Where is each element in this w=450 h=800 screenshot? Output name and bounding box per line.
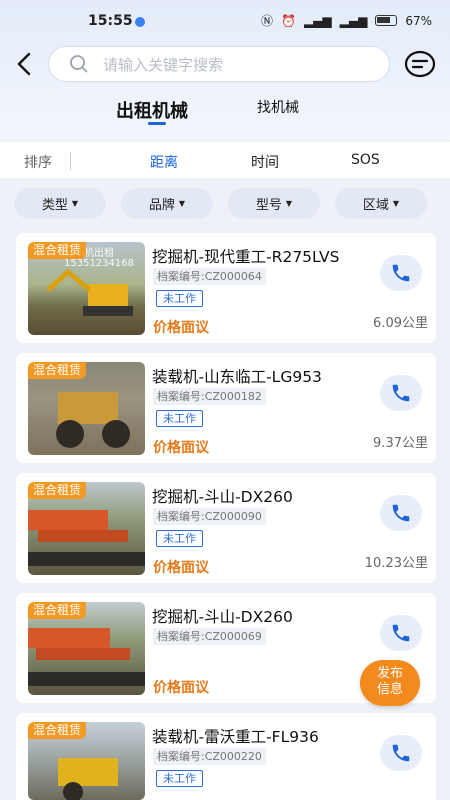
sort-label: 排序 bbox=[24, 155, 52, 171]
listing-photo: 混合租赁 bbox=[28, 722, 145, 800]
sort-option-distance[interactable]: 距离 bbox=[150, 152, 178, 172]
listing-card[interactable]: 混合租赁 挖掘机-斗山-DX260 档案编号:CZ000090 未工作 价格面议… bbox=[16, 473, 436, 583]
filter-model-label: 型号 bbox=[255, 198, 282, 213]
call-button[interactable] bbox=[380, 735, 422, 771]
work-status-badge: 未工作 bbox=[156, 770, 203, 787]
work-status-badge: 未工作 bbox=[156, 530, 203, 547]
message-icon[interactable] bbox=[404, 50, 436, 80]
archive-number: 档案编号:CZ000182 bbox=[153, 388, 266, 405]
status-icons: Ⓝ ⏰ ▂▄▆ ▂▄▆ 67% bbox=[261, 12, 432, 29]
rental-type-badge: 混合租赁 bbox=[28, 602, 87, 619]
archive-number: 档案编号:CZ000064 bbox=[153, 268, 266, 285]
status-time: 15:55 bbox=[88, 13, 133, 29]
phone-icon bbox=[392, 504, 410, 522]
work-status-badge: 未工作 bbox=[156, 290, 203, 307]
photo-watermark-2: 15351234168 bbox=[64, 258, 134, 269]
listing-photo: 混合租赁 bbox=[28, 362, 145, 455]
listing-photo: 雷挖机出租 15351234168 混合租赁 bbox=[28, 242, 145, 335]
listing-title: 装载机-雷沃重工-FL936 bbox=[152, 728, 319, 746]
archive-number: 档案编号:CZ000069 bbox=[153, 628, 266, 645]
alarm-icon: ⏰ bbox=[281, 13, 296, 28]
search-input[interactable]: 请输入关键字搜索 bbox=[48, 46, 390, 82]
sort-option-time[interactable]: 时间 bbox=[251, 152, 279, 172]
sort-divider bbox=[70, 152, 71, 170]
signal-icon: ▂▄▆ bbox=[303, 13, 332, 28]
phone-icon bbox=[392, 624, 410, 642]
listing-card[interactable]: 混合租赁 装载机-山东临工-LG953 档案编号:CZ000182 未工作 价格… bbox=[16, 353, 436, 463]
caret-down-icon: ▼ bbox=[71, 199, 79, 208]
listing-title: 挖掘机-斗山-DX260 bbox=[152, 608, 293, 626]
listing-price: 价格面议 bbox=[153, 440, 209, 456]
rental-type-badge: 混合租赁 bbox=[28, 482, 87, 499]
sort-bar: 排序 距离 时间 SOS bbox=[0, 142, 450, 178]
archive-number: 档案编号:CZ000090 bbox=[153, 508, 266, 525]
phone-icon bbox=[392, 384, 410, 402]
filter-type[interactable]: 类型 ▼ bbox=[14, 188, 106, 219]
phone-icon bbox=[392, 744, 410, 762]
call-button[interactable] bbox=[380, 375, 422, 411]
work-status-badge: 未工作 bbox=[156, 410, 203, 427]
caret-down-icon: ▼ bbox=[392, 199, 400, 208]
listing-title: 挖掘机-斗山-DX260 bbox=[152, 488, 293, 506]
tab-find-machinery[interactable]: 找机械 bbox=[257, 97, 299, 117]
listing-title: 装载机-山东临工-LG953 bbox=[152, 368, 322, 386]
nfc-icon: Ⓝ bbox=[260, 14, 273, 28]
filter-brand-label: 品牌 bbox=[148, 198, 175, 213]
active-tab-indicator bbox=[148, 122, 166, 125]
listing-price: 价格面议 bbox=[153, 320, 209, 336]
filter-brand[interactable]: 品牌 ▼ bbox=[121, 188, 213, 219]
filter-type-label: 类型 bbox=[41, 198, 68, 213]
chevron-left-icon bbox=[17, 52, 31, 76]
phone-icon bbox=[392, 264, 410, 282]
listing-title: 挖掘机-现代重工-R275LVS bbox=[152, 248, 340, 266]
listing-price: 价格面议 bbox=[153, 560, 209, 576]
listing-distance: 9.37公里 bbox=[373, 436, 428, 451]
listing-photo: 混合租赁 bbox=[28, 482, 145, 575]
sort-option-sos[interactable]: SOS bbox=[351, 152, 380, 168]
search-icon bbox=[70, 55, 88, 73]
caret-down-icon: ▼ bbox=[178, 199, 186, 208]
listing-distance: 10.23公里 bbox=[364, 556, 428, 571]
filter-model[interactable]: 型号 ▼ bbox=[228, 188, 320, 219]
battery-percent: 67% bbox=[405, 13, 432, 28]
tab-rent-machinery[interactable]: 出租机械 bbox=[116, 97, 188, 123]
battery-icon bbox=[375, 15, 398, 26]
listing-price: 价格面议 bbox=[153, 680, 209, 696]
filter-region[interactable]: 区域 ▼ bbox=[335, 188, 427, 219]
listing-photo: 混合租赁 bbox=[28, 602, 145, 695]
rental-type-badge: 混合租赁 bbox=[28, 362, 87, 379]
rental-type-badge: 混合租赁 bbox=[28, 242, 87, 259]
call-button[interactable] bbox=[380, 255, 422, 291]
listing-distance: 6.09公里 bbox=[373, 316, 428, 331]
rental-type-badge: 混合租赁 bbox=[28, 722, 87, 739]
status-bar: 15:55 Ⓝ ⏰ ▂▄▆ ▂▄▆ 67% bbox=[0, 0, 450, 42]
archive-number: 档案编号:CZ000220 bbox=[153, 748, 266, 765]
call-button[interactable] bbox=[380, 495, 422, 531]
signal-icon-2: ▂▄▆ bbox=[339, 13, 368, 28]
caret-down-icon: ▼ bbox=[285, 199, 293, 208]
back-button[interactable] bbox=[10, 50, 38, 78]
publish-info-button[interactable]: 发布 信息 bbox=[360, 660, 420, 706]
notification-dot-icon bbox=[135, 17, 145, 27]
publish-label-line1: 发布 bbox=[376, 666, 403, 681]
filter-region-label: 区域 bbox=[362, 198, 389, 213]
search-placeholder: 请输入关键字搜索 bbox=[103, 55, 224, 74]
listing-card[interactable]: 混合租赁 装载机-雷沃重工-FL936 档案编号:CZ000220 未工作 bbox=[16, 713, 436, 800]
publish-label-line2: 信息 bbox=[376, 682, 403, 697]
call-button[interactable] bbox=[380, 615, 422, 651]
listing-card[interactable]: 雷挖机出租 15351234168 混合租赁 挖掘机-现代重工-R275LVS … bbox=[16, 233, 436, 343]
